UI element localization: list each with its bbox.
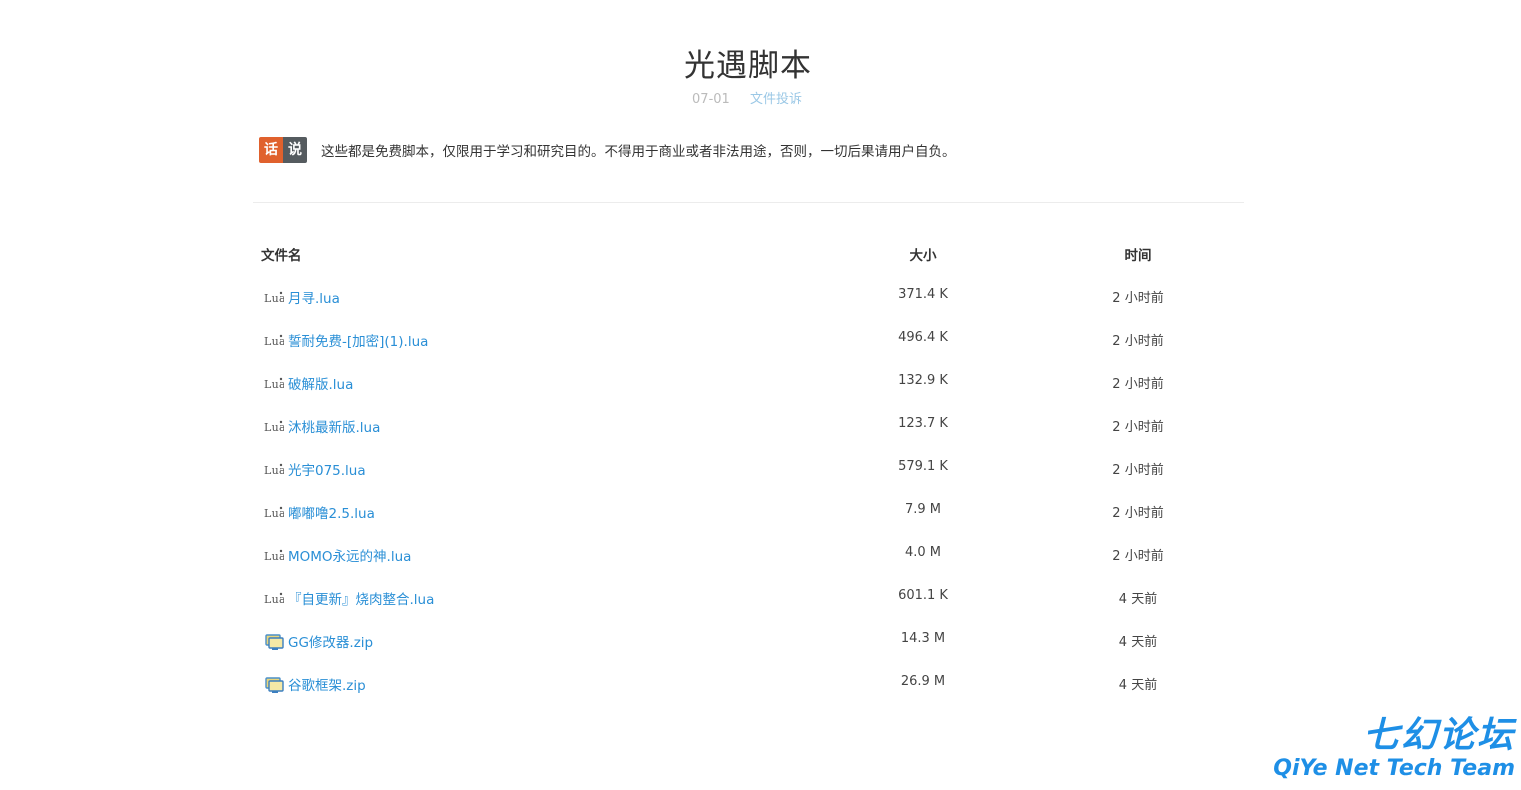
notice: 话 说 这些都是免费脚本，仅限用于学习和研究目的。不得用于商业或者非法用途，否则… (259, 137, 956, 163)
notice-text: 这些都是免费脚本，仅限用于学习和研究目的。不得用于商业或者非法用途，否则，一切后… (321, 144, 956, 160)
file-name-link[interactable]: 破解版.lua (288, 373, 353, 393)
watermark-logo: 七幻论坛 QiYe Net Tech Team (1273, 716, 1515, 782)
file-name-link[interactable]: 谷歌框架.zip (288, 674, 366, 694)
column-header-size[interactable]: 大小 (880, 244, 966, 264)
file-name-link[interactable]: 誓耐免费-[加密](1).lua (288, 330, 428, 350)
table-row[interactable]: GG修改器.zip 14.3 M 4 天前 (260, 631, 1220, 674)
file-size: 496.4 K (898, 330, 948, 345)
file-size: 7.9 M (904, 502, 942, 517)
lua-file-icon: Lua (264, 419, 286, 437)
divider (253, 202, 1244, 203)
lua-file-icon: Lua (264, 333, 286, 351)
file-time: 2 小时前 (1112, 377, 1164, 392)
file-time: 2 小时前 (1112, 463, 1164, 478)
notice-badge-left: 话 (259, 137, 283, 163)
file-size: 26.9 M (900, 674, 946, 689)
file-name-link[interactable]: GG修改器.zip (288, 631, 373, 651)
file-time: 4 天前 (1118, 592, 1158, 607)
column-header-name[interactable]: 文件名 (261, 244, 302, 264)
file-name-link[interactable]: 沐桃最新版.lua (288, 416, 380, 436)
file-size: 132.9 K (898, 373, 948, 388)
table-row[interactable]: 谷歌框架.zip 26.9 M 4 天前 (260, 674, 1220, 717)
file-name-link[interactable]: 月寻.lua (288, 287, 340, 307)
notice-badge-right: 说 (283, 137, 307, 163)
column-header-time[interactable]: 时间 (1090, 244, 1186, 264)
file-time: 2 小时前 (1112, 291, 1164, 306)
table-row[interactable]: Lua 嘟嘟噜2.5.lua 7.9 M 2 小时前 (260, 502, 1220, 545)
lua-file-icon: Lua (264, 591, 286, 609)
file-size: 123.7 K (898, 416, 948, 431)
post-date: 07-01 (692, 92, 730, 107)
meta-line: 07-01 文件投诉 (0, 88, 1494, 107)
table-row[interactable]: Lua 誓耐免费-[加密](1).lua 496.4 K 2 小时前 (260, 330, 1220, 373)
file-name-link[interactable]: MOMO永远的神.lua (288, 545, 411, 565)
file-name-link[interactable]: 嘟嘟噜2.5.lua (288, 502, 375, 522)
report-file-link[interactable]: 文件投诉 (750, 92, 802, 107)
table-row[interactable]: Lua MOMO永远的神.lua 4.0 M 2 小时前 (260, 545, 1220, 588)
file-time: 4 天前 (1118, 678, 1158, 693)
lua-file-icon: Lua (264, 505, 286, 523)
zip-file-icon (264, 676, 284, 694)
zip-file-icon (264, 633, 284, 651)
file-size: 579.1 K (898, 459, 948, 474)
file-size: 14.3 M (900, 631, 946, 646)
table-row[interactable]: Lua 破解版.lua 132.9 K 2 小时前 (260, 373, 1220, 416)
watermark-en: QiYe Net Tech Team (1273, 756, 1515, 781)
table-row[interactable]: Lua 月寻.lua 371.4 K 2 小时前 (260, 287, 1220, 330)
table-row[interactable]: Lua 沐桃最新版.lua 123.7 K 2 小时前 (260, 416, 1220, 459)
file-time: 2 小时前 (1112, 549, 1164, 564)
file-time: 2 小时前 (1112, 334, 1164, 349)
page-title: 光遇脚本 (684, 48, 812, 84)
watermark-cn: 七幻论坛 (1362, 715, 1515, 756)
file-size: 4.0 M (904, 545, 942, 560)
file-size: 601.1 K (898, 588, 948, 603)
file-time: 4 天前 (1118, 635, 1158, 650)
lua-file-icon: Lua (264, 462, 286, 480)
lua-file-icon: Lua (264, 290, 286, 308)
file-size: 371.4 K (898, 287, 948, 302)
file-name-link[interactable]: 光宇075.lua (288, 459, 366, 479)
table-row[interactable]: Lua 『自更新』烧肉整合.lua 601.1 K 4 天前 (260, 588, 1220, 631)
page: 光遇脚本 07-01 文件投诉 话 说 这些都是免费脚本，仅限用于学习和研究目的… (0, 0, 1521, 790)
notice-badge: 话 说 (259, 137, 307, 163)
file-time: 2 小时前 (1112, 420, 1164, 435)
lua-file-icon: Lua (264, 548, 286, 566)
file-time: 2 小时前 (1112, 506, 1164, 521)
lua-file-icon: Lua (264, 376, 286, 394)
table-row[interactable]: Lua 光宇075.lua 579.1 K 2 小时前 (260, 459, 1220, 502)
file-name-link[interactable]: 『自更新』烧肉整合.lua (288, 588, 434, 608)
